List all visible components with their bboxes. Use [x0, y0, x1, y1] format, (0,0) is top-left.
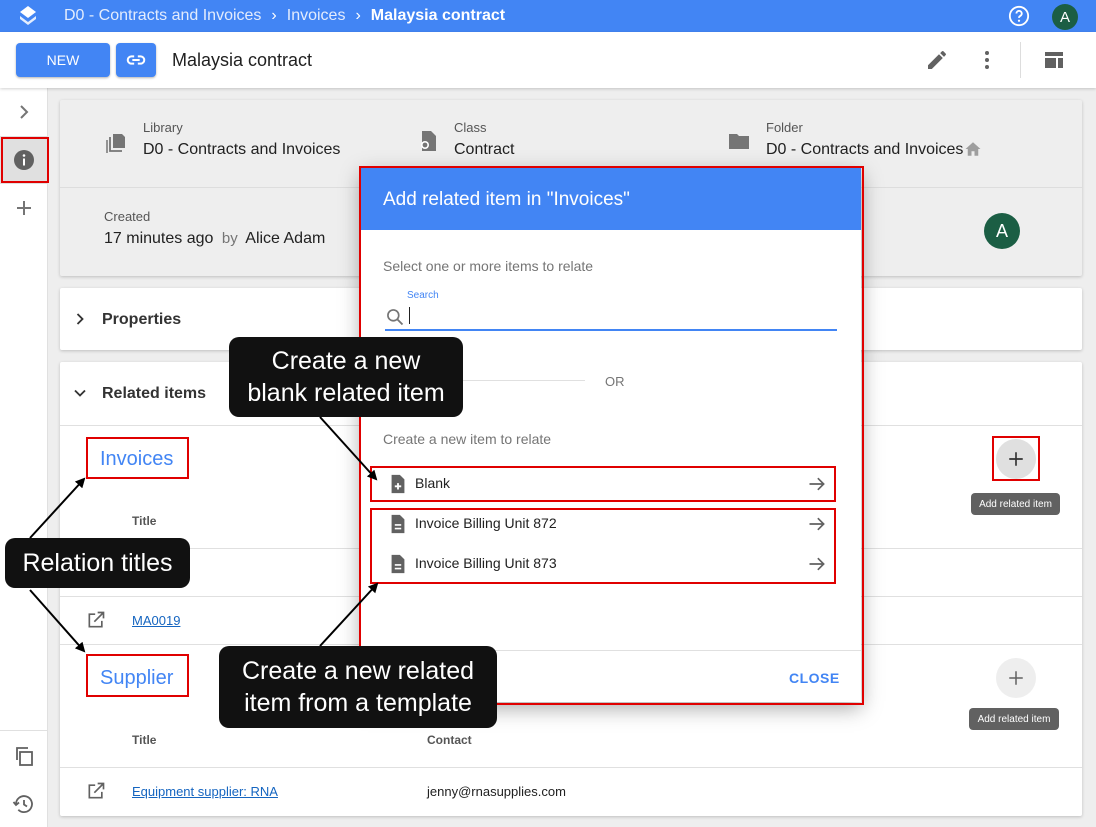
template-items-highlight [370, 508, 836, 584]
info-tab-highlight [1, 137, 49, 183]
search-underline [385, 329, 837, 331]
home-icon [965, 142, 981, 156]
create-instructions: Create a new item to relate [383, 431, 552, 447]
help-icon[interactable] [1008, 5, 1030, 27]
layout-panel-icon[interactable] [1042, 48, 1066, 72]
callout-relation-titles: Relation titles [5, 538, 190, 588]
rail-divider [0, 730, 48, 731]
copy-link-button[interactable] [116, 43, 156, 77]
class-label: Class [454, 120, 487, 135]
add-button-highlight [992, 436, 1040, 481]
chevron-right-icon: › [271, 7, 277, 24]
add-related-dialog: Add related item in "Invoices" Select on… [361, 168, 861, 702]
user-avatar[interactable]: A [1052, 4, 1078, 30]
created-time: 17 minutes ago [104, 230, 214, 247]
expand-chevron-icon[interactable] [12, 100, 36, 124]
related-items-title: Related items [102, 385, 207, 402]
toolbar-divider [1020, 42, 1021, 78]
callout-blank-item: Create a new blank related item [229, 337, 463, 417]
supplier-item-link[interactable]: Equipment supplier: RNA [132, 784, 278, 799]
blank-item-highlight [370, 466, 836, 502]
toolbar: NEW Malaysia contract [0, 32, 1096, 88]
chevron-down-icon[interactable] [70, 383, 90, 403]
created-value: 17 minutes ago by Alice Adam [104, 230, 325, 248]
left-rail [0, 88, 48, 827]
column-header-title: Title [132, 514, 157, 528]
close-button[interactable]: CLOSE [789, 670, 840, 686]
add-related-item-button[interactable] [996, 658, 1036, 698]
column-header-title: Title [132, 733, 157, 747]
library-value: D0 - Contracts and Invoices [143, 141, 341, 158]
relation-title-highlight [86, 654, 189, 697]
search-input[interactable] [409, 307, 410, 324]
breadcrumb-item-invoices[interactable]: Invoices [287, 7, 346, 25]
edit-pencil-icon[interactable] [925, 48, 949, 72]
supplier-contact: jenny@rnasupplies.com [427, 784, 566, 799]
properties-title: Properties [102, 311, 182, 328]
class-value: Contract [454, 141, 515, 158]
chevron-right-icon: › [355, 7, 361, 24]
callout-template-item: Create a new related item from a templat… [219, 646, 497, 728]
created-by: Alice Adam [245, 230, 326, 247]
divider [60, 767, 1082, 768]
callout-line: Create a new [271, 347, 421, 375]
library-icon [106, 134, 125, 153]
app-logo-icon[interactable] [16, 4, 40, 28]
or-label: OR [605, 374, 625, 389]
breadcrumb-current: Malaysia contract [370, 7, 506, 24]
folder-icon [729, 134, 749, 149]
owner-avatar[interactable]: A [984, 213, 1020, 249]
callout-line: blank related item [247, 379, 445, 407]
breadcrumb: D0 - Contracts and Invoices › Invoices ›… [64, 0, 505, 32]
add-related-item-tooltip: Add related item [971, 493, 1060, 515]
new-button[interactable]: NEW [16, 43, 110, 77]
library-label: Library [143, 120, 183, 135]
page-title: Malaysia contract [172, 50, 313, 70]
breadcrumb-item-library[interactable]: D0 - Contracts and Invoices [64, 7, 261, 25]
column-header-contact: Contact [427, 733, 472, 747]
created-label: Created [104, 209, 151, 224]
open-external-icon[interactable] [86, 781, 106, 801]
callout-line: Relation titles [22, 549, 173, 577]
relation-title-highlight [86, 437, 189, 479]
select-instructions: Select one or more items to relate [383, 258, 594, 274]
top-bar: D0 - Contracts and Invoices › Invoices ›… [0, 0, 1096, 32]
class-icon [421, 131, 436, 151]
search-icon [387, 309, 404, 326]
more-vert-icon[interactable] [975, 48, 999, 72]
copy-icon[interactable] [12, 744, 36, 768]
folder-label: Folder [766, 120, 803, 135]
dialog-title: Add related item in "Invoices" [361, 168, 861, 230]
search-label: Search [407, 290, 439, 301]
link-icon [126, 55, 146, 65]
callout-line: item from a template [244, 689, 472, 717]
chevron-right-icon [76, 313, 84, 325]
related-item-link[interactable]: MA0019 [132, 613, 180, 628]
folder-value: D0 - Contracts and Invoices [766, 141, 964, 158]
callout-line: Create a new related [241, 657, 475, 685]
add-icon[interactable] [12, 196, 36, 220]
plus-icon [1009, 671, 1023, 685]
history-icon[interactable] [12, 792, 36, 816]
created-by-word: by [221, 230, 238, 247]
open-external-icon[interactable] [86, 610, 106, 630]
add-related-item-tooltip: Add related item [969, 708, 1059, 730]
